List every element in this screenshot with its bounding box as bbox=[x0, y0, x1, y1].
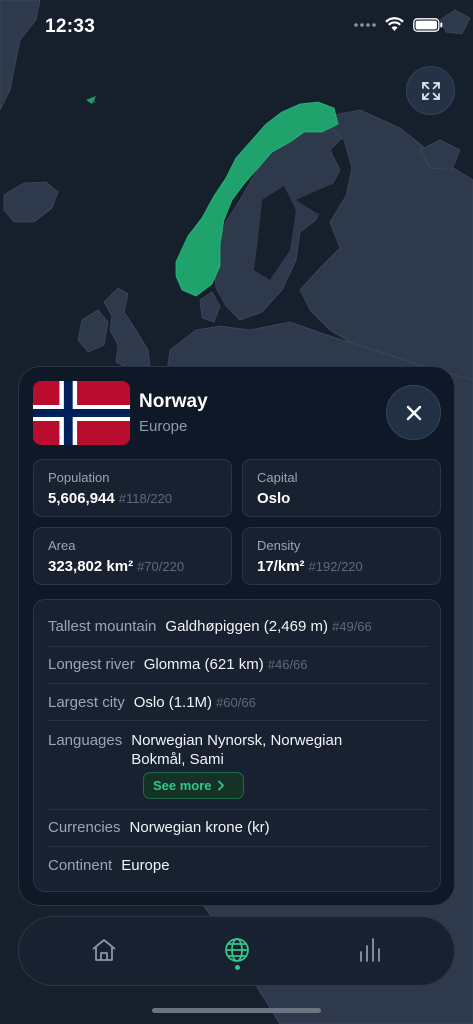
home-icon bbox=[92, 939, 116, 961]
detail-value: Glomma (621 km) #46/66 bbox=[144, 656, 308, 673]
stat-value: 17/km² #192/220 bbox=[257, 558, 363, 575]
chevron-right-icon bbox=[217, 780, 224, 791]
detail-value: Oslo (1.1M) #60/66 bbox=[134, 694, 256, 711]
stat-capital: Capital Oslo bbox=[242, 459, 441, 517]
detail-row-currencies: Currencies Norwegian krone (kr) bbox=[48, 819, 428, 836]
cellular-signal-icon bbox=[354, 22, 376, 27]
tab-stats[interactable] bbox=[355, 935, 385, 965]
stat-value: 323,802 km² #70/220 bbox=[48, 558, 184, 575]
active-tab-indicator bbox=[235, 965, 240, 970]
detail-label: Longest river bbox=[48, 656, 135, 673]
expand-map-button[interactable] bbox=[406, 66, 455, 115]
globe-icon bbox=[225, 938, 249, 962]
detail-row-longest-river: Longest river Glomma (621 km) #46/66 bbox=[48, 656, 428, 673]
see-more-label: See more bbox=[153, 778, 212, 793]
tab-bar bbox=[18, 916, 455, 986]
detail-row-languages: Languages Norwegian Nynorsk, Norwegian B… bbox=[48, 731, 428, 769]
detail-rank: #49/66 bbox=[332, 619, 372, 634]
longest-river-value: Glomma (621 km) bbox=[143, 656, 264, 673]
battery-icon bbox=[413, 17, 443, 32]
density-value: 17/km² bbox=[257, 558, 305, 575]
wifi-icon bbox=[385, 17, 404, 31]
status-time: 12:33 bbox=[45, 16, 96, 37]
tab-home[interactable] bbox=[89, 935, 119, 965]
stat-area: Area 323,802 km² #70/220 bbox=[33, 527, 232, 585]
population-rank: #118/220 bbox=[118, 491, 172, 506]
close-icon bbox=[406, 405, 421, 420]
tallest-mountain-value: Galdhøpiggen (2,469 m) bbox=[165, 618, 328, 635]
divider bbox=[48, 720, 428, 721]
country-flag bbox=[33, 381, 130, 445]
country-info-card: Norway Europe Population 5,606,944 #118/2… bbox=[18, 366, 455, 906]
stat-label: Density bbox=[257, 538, 301, 553]
stat-density: Density 17/km² #192/220 bbox=[242, 527, 441, 585]
stat-population: Population 5,606,944 #118/220 bbox=[33, 459, 232, 517]
detail-label: Currencies bbox=[48, 819, 121, 836]
area-rank: #70/220 bbox=[137, 559, 185, 574]
divider bbox=[48, 846, 428, 847]
detail-label: Continent bbox=[48, 857, 113, 874]
currencies-value: Norwegian krone (kr) bbox=[129, 819, 270, 836]
see-more-languages-button[interactable]: See more bbox=[143, 772, 244, 799]
stat-label: Area bbox=[48, 538, 76, 553]
home-indicator bbox=[152, 1008, 321, 1013]
stat-label: Population bbox=[48, 470, 110, 485]
detail-rank: #46/66 bbox=[267, 657, 308, 672]
capital-value: Oslo bbox=[257, 490, 291, 507]
stat-label: Capital bbox=[257, 470, 298, 485]
detail-value: Galdhøpiggen (2,469 m) #49/66 bbox=[165, 618, 371, 635]
languages-value: Norwegian Nynorsk, Norwegian Bokmål, Sam… bbox=[131, 732, 343, 768]
detail-label: Largest city bbox=[48, 694, 125, 711]
country-details-list: Tallest mountain Galdhøpiggen (2,469 m) #… bbox=[33, 599, 441, 892]
divider bbox=[48, 646, 428, 647]
detail-rank: #60/66 bbox=[216, 695, 256, 710]
bar-chart-icon bbox=[360, 938, 380, 962]
divider bbox=[48, 683, 428, 684]
density-rank: #192/220 bbox=[308, 559, 363, 574]
detail-label: Tallest mountain bbox=[48, 618, 157, 635]
status-bar: 12:33 bbox=[0, 0, 473, 54]
largest-city-value: Oslo (1.1M) bbox=[133, 694, 213, 711]
country-name: Norway bbox=[139, 391, 208, 412]
stat-value: 5,606,944 #118/220 bbox=[48, 490, 172, 507]
detail-row-largest-city: Largest city Oslo (1.1M) #60/66 bbox=[48, 694, 428, 711]
detail-row-tallest-mountain: Tallest mountain Galdhøpiggen (2,469 m) #… bbox=[48, 618, 428, 635]
close-button[interactable] bbox=[386, 385, 441, 440]
population-value: 5,606,944 bbox=[48, 490, 115, 507]
country-continent: Europe bbox=[139, 418, 188, 435]
expand-icon bbox=[421, 81, 440, 100]
continent-value: Europe bbox=[121, 857, 170, 874]
detail-label: Languages bbox=[48, 732, 123, 749]
divider bbox=[48, 809, 428, 810]
area-value: 323,802 km² bbox=[48, 558, 134, 575]
tab-globe[interactable] bbox=[222, 935, 252, 965]
detail-row-continent: Continent Europe bbox=[48, 857, 428, 874]
